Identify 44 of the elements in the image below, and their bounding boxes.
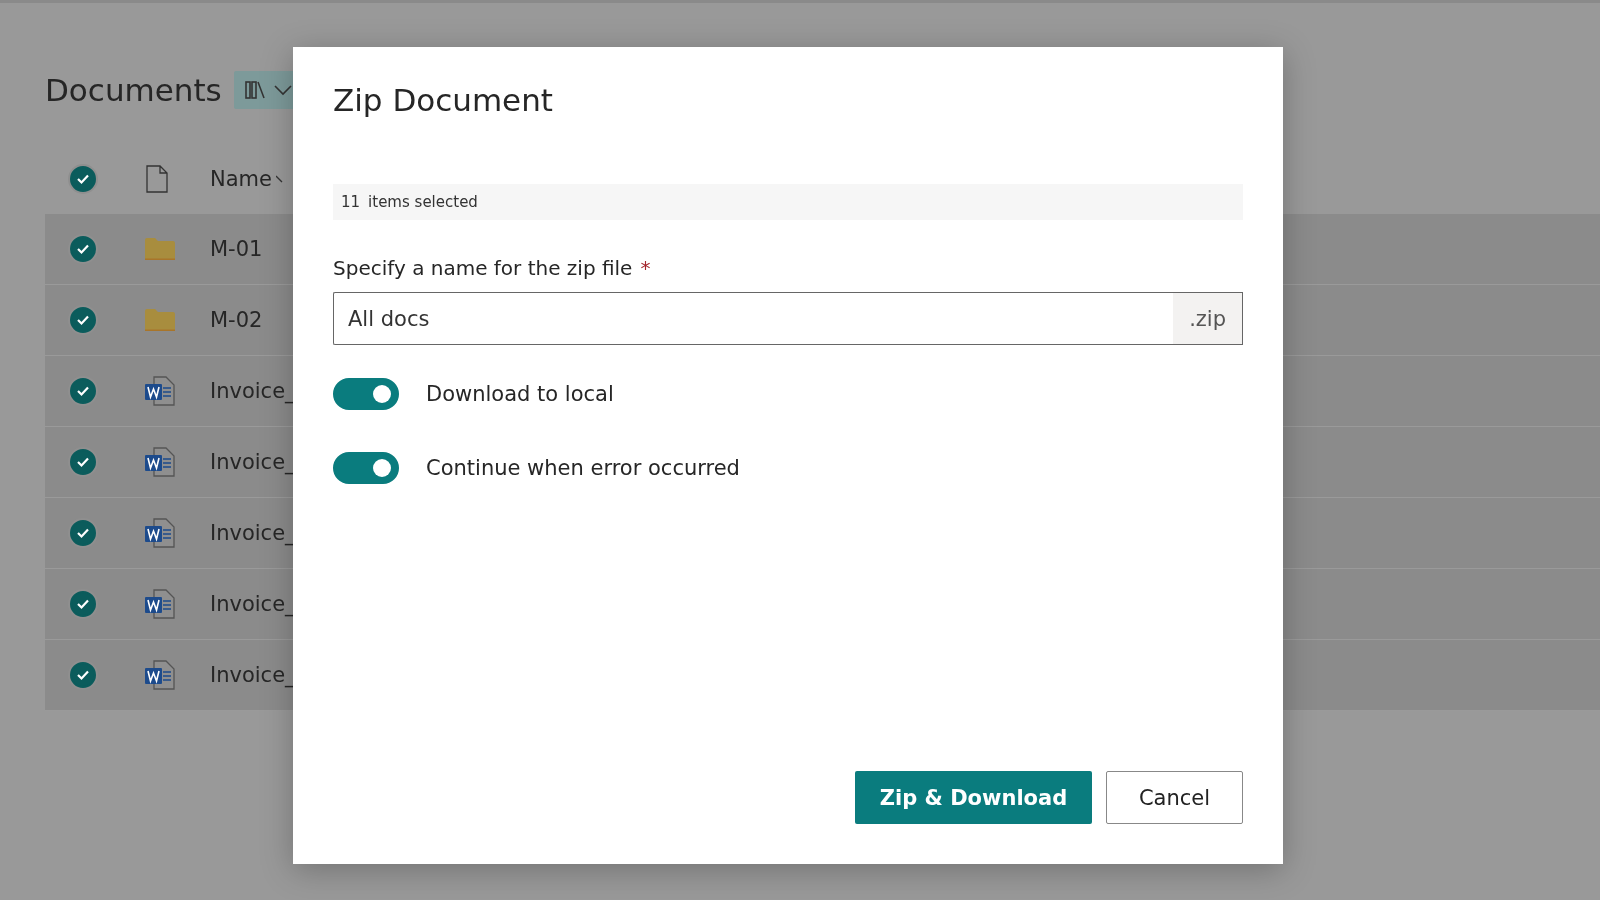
row-checkbox[interactable]: [70, 662, 96, 688]
row-checkbox[interactable]: [70, 520, 96, 546]
toggle-label: Continue when error occurred: [426, 456, 740, 480]
select-all-checkbox[interactable]: [70, 166, 96, 192]
word-document-icon: [144, 659, 176, 691]
file-name[interactable]: Invoice_: [210, 592, 296, 616]
file-name[interactable]: Invoice_: [210, 450, 296, 474]
folder-icon: [144, 237, 176, 261]
file-name[interactable]: M-02: [210, 308, 263, 332]
file-name[interactable]: Invoice_: [210, 521, 296, 545]
checkmark-icon: [76, 456, 90, 468]
library-title: Documents: [45, 72, 222, 108]
name-column-header[interactable]: Name: [210, 167, 272, 191]
word-document-icon: [144, 446, 176, 478]
folder-icon: [144, 308, 176, 332]
cancel-button[interactable]: Cancel: [1106, 771, 1243, 824]
checkmark-icon: [76, 173, 90, 185]
word-document-icon: [144, 375, 176, 407]
checkmark-icon: [76, 385, 90, 397]
word-document-icon: [144, 517, 176, 549]
row-checkbox[interactable]: [70, 449, 96, 475]
file-name[interactable]: Invoice_: [210, 379, 296, 403]
selection-text: items selected: [368, 193, 478, 211]
row-checkbox[interactable]: [70, 591, 96, 617]
file-name[interactable]: M-01: [210, 237, 263, 261]
checkmark-icon: [76, 243, 90, 255]
toggle-label: Download to local: [426, 382, 614, 406]
required-mark: *: [640, 256, 651, 280]
dialog-title: Zip Document: [333, 82, 554, 118]
toggle-switch[interactable]: [333, 452, 399, 484]
checkmark-icon: [76, 527, 90, 539]
row-checkbox[interactable]: [70, 378, 96, 404]
document-icon: [145, 165, 169, 193]
file-name[interactable]: Invoice_: [210, 663, 296, 687]
selection-count: 11: [341, 193, 361, 211]
word-document-icon: [144, 588, 176, 620]
row-checkbox[interactable]: [70, 236, 96, 262]
checkmark-icon: [76, 314, 90, 326]
checkmark-icon: [76, 669, 90, 681]
row-checkbox[interactable]: [70, 307, 96, 333]
zip-download-button[interactable]: Zip & Download: [855, 771, 1092, 824]
field-label: Specify a name for the zip file: [333, 256, 633, 280]
toggle-switch[interactable]: [333, 378, 399, 410]
checkmark-icon: [76, 598, 90, 610]
